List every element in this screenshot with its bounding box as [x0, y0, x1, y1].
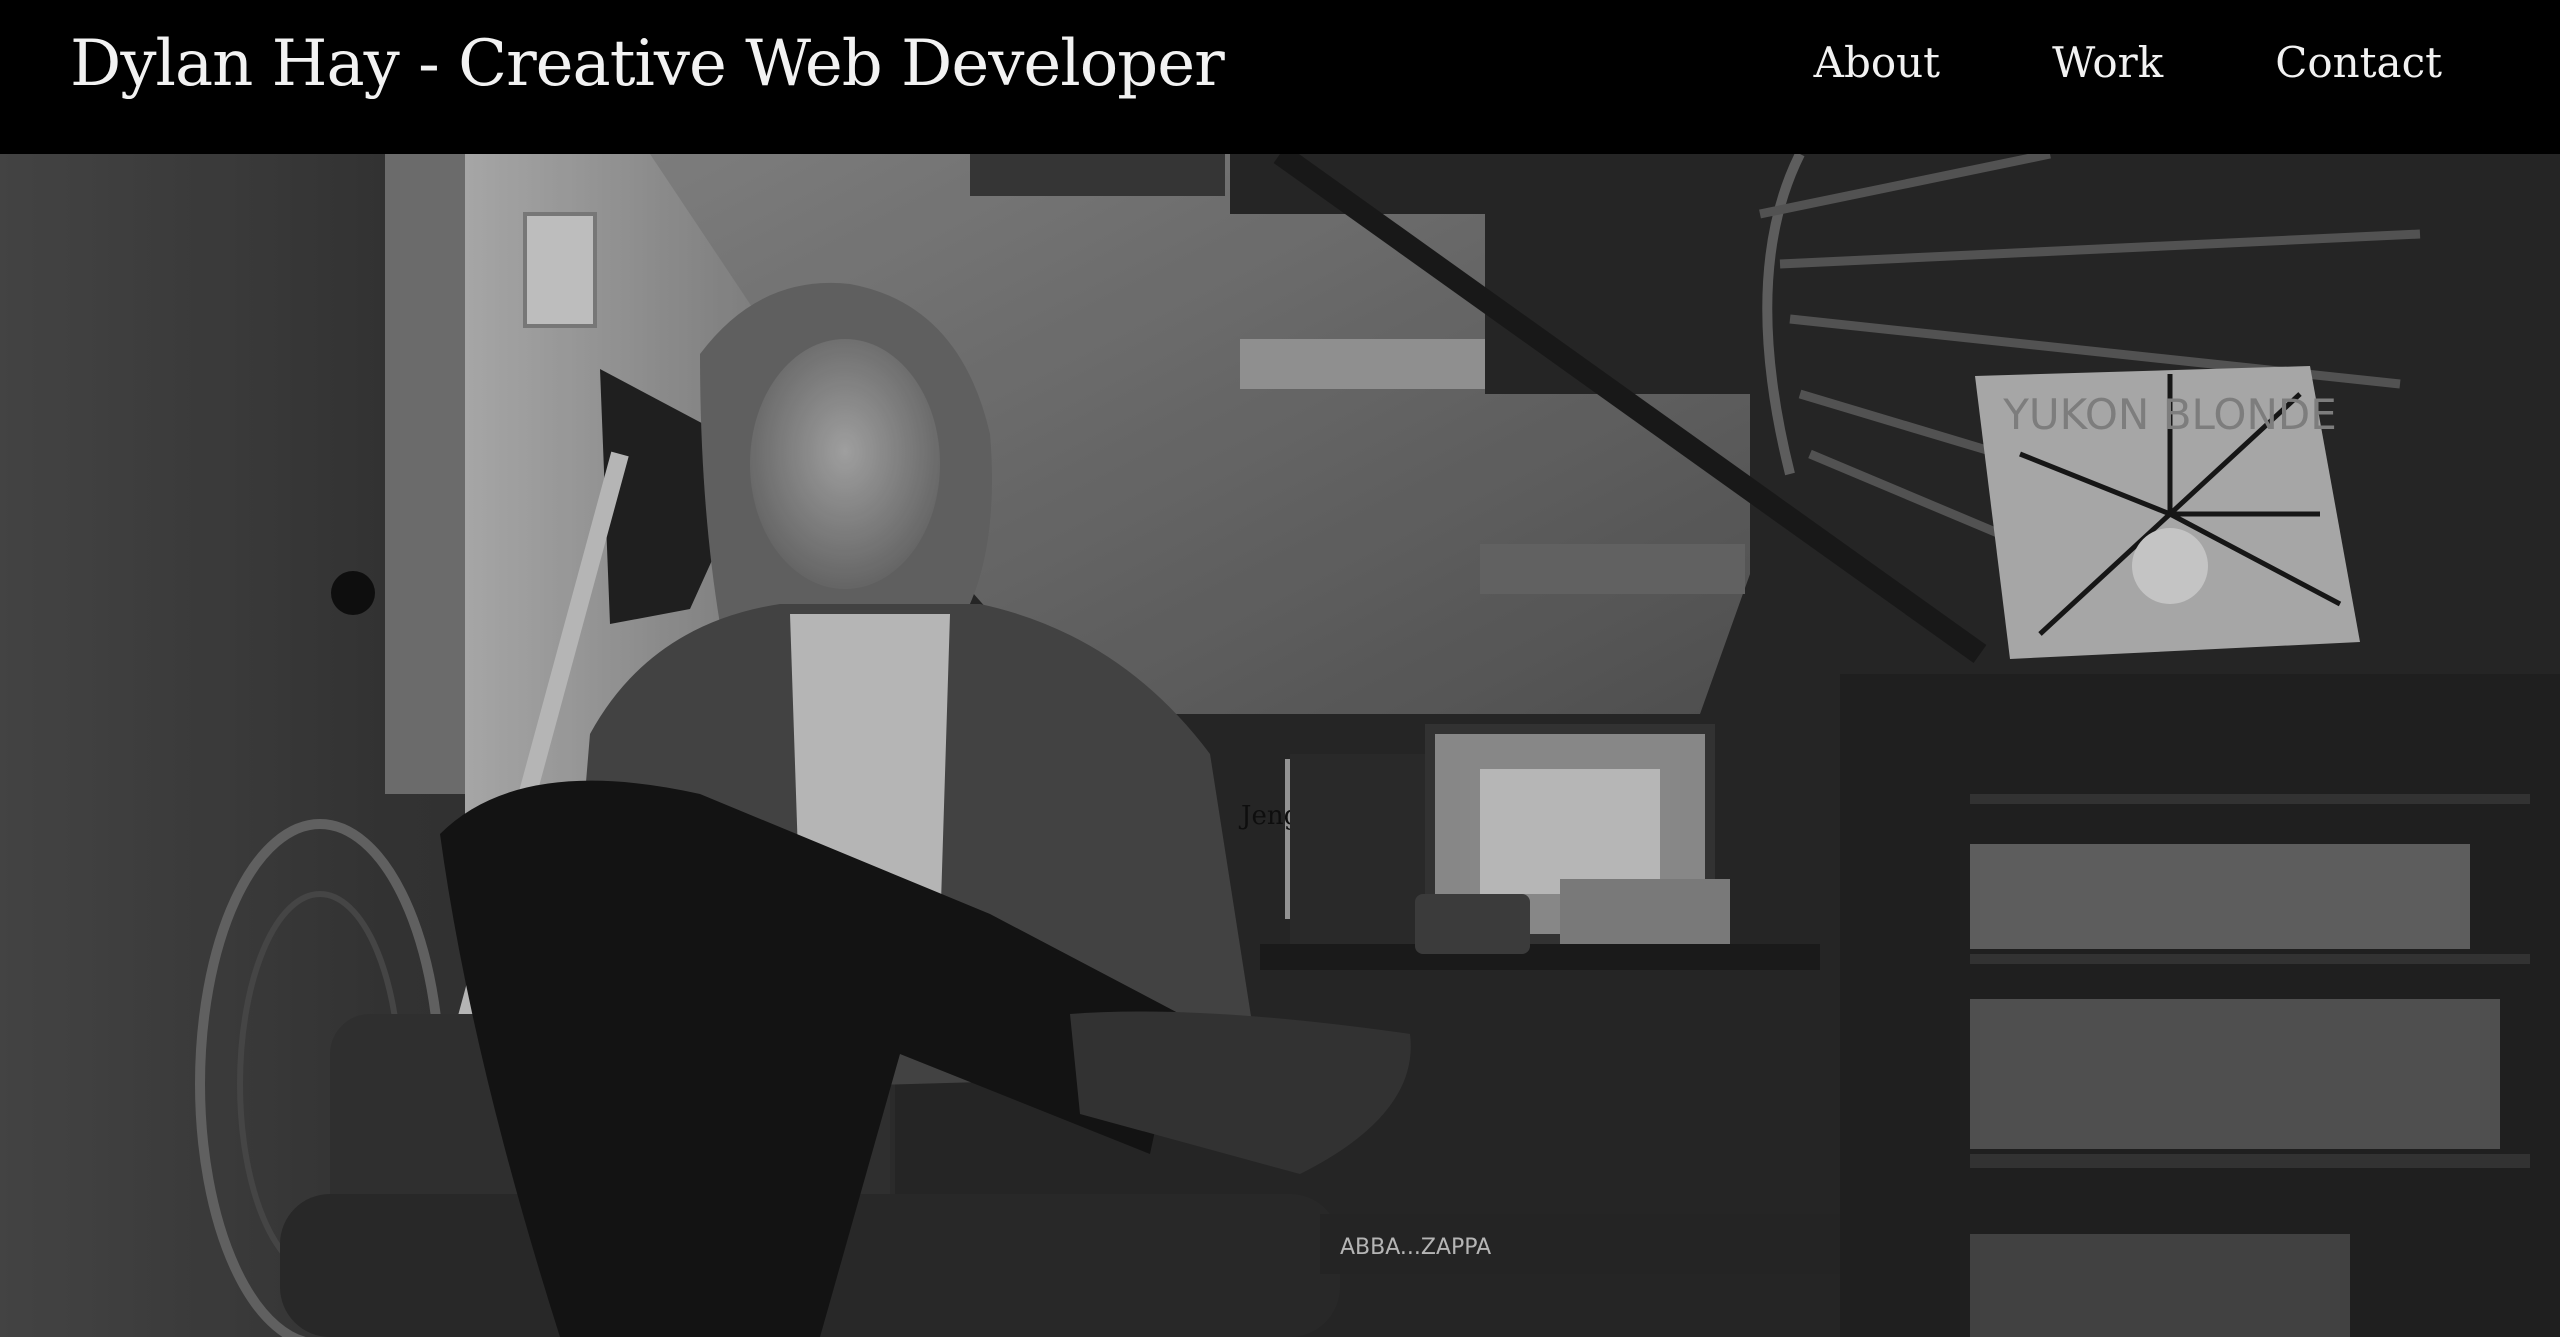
site-title: Dylan Hay - Creative Web Developer: [70, 27, 1225, 101]
hero-photo-illustration: Jenga Ultimate ABBA...ZAPPA: [0, 154, 2560, 1337]
nav-link-contact[interactable]: Contact: [2275, 34, 2442, 92]
page: Dylan Hay - Creative Web Developer About…: [0, 0, 2560, 1337]
main-nav: About Work Contact: [1814, 34, 2442, 92]
hero-photo: Jenga Ultimate ABBA...ZAPPA: [0, 154, 2560, 1337]
nav-link-about[interactable]: About: [1814, 34, 1940, 92]
photo-vignette: [0, 154, 2560, 1337]
site-header: Dylan Hay - Creative Web Developer About…: [0, 0, 2560, 154]
nav-link-work[interactable]: Work: [2052, 34, 2163, 92]
